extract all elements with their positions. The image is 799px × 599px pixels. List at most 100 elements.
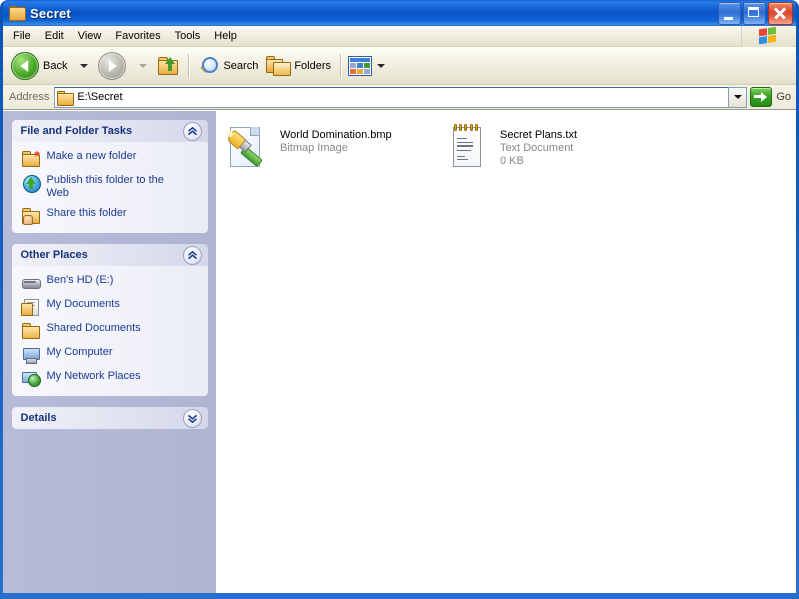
explorer-body: File and Folder Tasks Make a new folder xyxy=(3,110,796,593)
folders-button[interactable]: Folders xyxy=(262,51,335,81)
window-frame: Secret File Edit View Favorites Tools He… xyxy=(0,0,799,599)
place-label: Ben's HD (E:) xyxy=(46,274,114,286)
panel-body: Make a new folder Publish this folder to… xyxy=(11,142,208,233)
my-documents-icon xyxy=(20,298,40,316)
folder-icon xyxy=(57,90,75,106)
menu-item-file[interactable]: File xyxy=(6,27,38,45)
title-bar: Secret xyxy=(3,0,796,26)
up-button[interactable] xyxy=(153,51,183,81)
file-name: World Domination.bmp xyxy=(280,129,392,141)
forward-arrow-icon xyxy=(98,51,127,80)
go-button[interactable]: Go xyxy=(747,86,796,108)
go-arrow-icon xyxy=(750,87,773,107)
chevron-down-icon[interactable] xyxy=(182,408,202,428)
panel-file-and-folder-tasks: File and Folder Tasks Make a new folder xyxy=(11,120,208,233)
address-label: Address xyxy=(9,91,50,103)
chevron-down-icon xyxy=(733,95,742,99)
file-type: Text Document xyxy=(500,142,574,154)
folder-icon xyxy=(9,6,26,21)
panel-header[interactable]: File and Folder Tasks xyxy=(11,120,208,142)
back-label: Back xyxy=(43,59,68,72)
panel-header[interactable]: Details xyxy=(11,407,208,429)
menu-item-tools[interactable]: Tools xyxy=(168,27,208,45)
back-arrow-icon xyxy=(11,51,39,80)
file-item-bitmap[interactable]: World Domination.bmp Bitmap Image xyxy=(220,121,440,183)
panel-details: Details xyxy=(11,407,208,429)
panel-title: File and Folder Tasks xyxy=(20,125,133,137)
text-document-icon xyxy=(446,124,490,169)
minimize-button[interactable] xyxy=(718,2,741,25)
my-computer-icon xyxy=(22,346,40,364)
forward-button[interactable] xyxy=(94,51,130,81)
address-value: E:\Secret xyxy=(77,91,123,103)
place-bens-hd[interactable]: Ben's HD (E:) xyxy=(21,273,200,291)
file-name: Secret Plans.txt xyxy=(500,129,578,141)
forward-history-dropdown[interactable] xyxy=(130,51,153,81)
window-title: Secret xyxy=(30,5,71,21)
chevron-down-icon xyxy=(139,63,148,68)
toolbar-separator xyxy=(188,53,190,78)
publish-web-icon xyxy=(22,174,41,193)
place-my-computer[interactable]: My Computer xyxy=(22,345,200,364)
my-network-places-icon xyxy=(21,370,41,387)
search-button[interactable]: Search xyxy=(194,51,262,81)
new-folder-icon xyxy=(21,150,41,167)
task-share-this-folder[interactable]: Share this folder xyxy=(21,206,200,225)
shared-documents-icon xyxy=(21,322,40,339)
address-input[interactable]: E:\Secret xyxy=(54,86,730,108)
views-icon xyxy=(348,55,373,76)
folders-label: Folders xyxy=(294,59,332,72)
file-type: Bitmap Image xyxy=(280,142,348,154)
panel-title: Details xyxy=(20,412,57,424)
task-label: Make a new folder xyxy=(46,150,137,162)
address-bar: Address E:\Secret Go xyxy=(3,85,796,110)
panel-header[interactable]: Other Places xyxy=(11,244,208,266)
share-folder-icon xyxy=(21,207,40,225)
hard-drive-icon xyxy=(21,274,41,291)
folders-icon xyxy=(266,55,292,76)
back-button[interactable]: Back xyxy=(7,51,71,81)
menu-item-favorites[interactable]: Favorites xyxy=(108,27,167,45)
search-label: Search xyxy=(223,59,259,72)
place-label: Shared Documents xyxy=(46,322,141,334)
panel-title: Other Places xyxy=(20,249,88,261)
up-folder-icon xyxy=(157,56,179,76)
chevron-down-icon xyxy=(377,63,386,68)
file-item-text[interactable]: Secret Plans.txt Text Document 0 KB xyxy=(440,121,660,183)
place-label: My Network Places xyxy=(46,370,141,382)
place-my-network-places[interactable]: My Network Places xyxy=(21,369,200,387)
panel-other-places: Other Places Ben's HD (E:) My Documents … xyxy=(11,244,208,396)
windows-flag-icon xyxy=(741,26,794,47)
chevron-up-icon[interactable] xyxy=(182,121,202,141)
file-list-pane[interactable]: World Domination.bmp Bitmap Image Secret… xyxy=(216,111,796,593)
chevron-up-icon[interactable] xyxy=(182,245,202,265)
file-grid: World Domination.bmp Bitmap Image Secret… xyxy=(220,121,796,183)
panel-body: Ben's HD (E:) My Documents Shared Docume… xyxy=(11,266,208,396)
address-dropdown-button[interactable] xyxy=(729,86,748,108)
task-pane: File and Folder Tasks Make a new folder xyxy=(3,111,216,593)
file-size: 0 KB xyxy=(500,155,524,167)
place-label: My Computer xyxy=(46,346,113,358)
bitmap-image-icon xyxy=(225,125,270,169)
menu-item-edit[interactable]: Edit xyxy=(38,27,71,45)
back-history-dropdown[interactable] xyxy=(71,51,94,81)
menu-item-help[interactable]: Help xyxy=(207,27,244,45)
close-button[interactable] xyxy=(768,2,793,25)
toolbar: Back Search Folders xyxy=(3,47,796,85)
maximize-button[interactable] xyxy=(743,2,766,25)
task-make-new-folder[interactable]: Make a new folder xyxy=(21,149,200,167)
menu-bar: File Edit View Favorites Tools Help xyxy=(3,26,796,47)
magnifier-icon xyxy=(198,56,219,76)
task-publish-to-web[interactable]: Publish this folder to the Web xyxy=(22,173,200,200)
toolbar-separator xyxy=(340,53,342,78)
place-my-documents[interactable]: My Documents xyxy=(20,297,200,316)
task-label: Share this folder xyxy=(46,207,127,219)
place-shared-documents[interactable]: Shared Documents xyxy=(21,321,200,339)
go-label: Go xyxy=(776,91,791,103)
window-client-area: File Edit View Favorites Tools Help Back xyxy=(3,26,796,593)
window-controls xyxy=(718,2,793,25)
views-button[interactable] xyxy=(346,51,389,81)
chevron-down-icon xyxy=(80,63,89,68)
menu-item-view[interactable]: View xyxy=(71,27,109,45)
place-label: My Documents xyxy=(46,298,120,310)
